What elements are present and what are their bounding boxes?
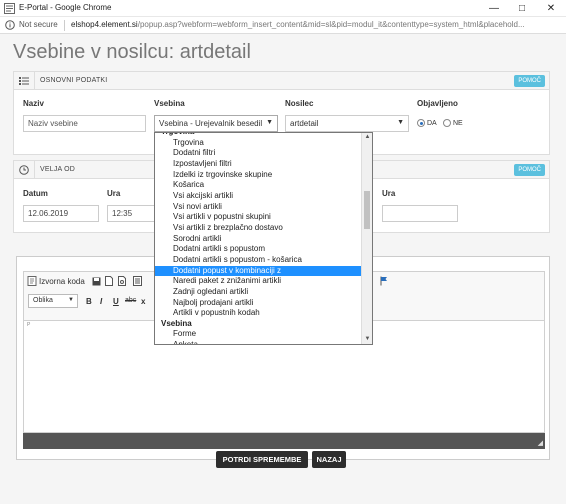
url-text[interactable]: elshop4.element.si/popup.asp?webform=web… xyxy=(71,20,563,29)
radio-da-label: DA xyxy=(427,119,437,127)
maximize-icon[interactable]: □ xyxy=(515,2,529,15)
close-icon[interactable]: ✕ xyxy=(544,2,558,15)
clock-icon xyxy=(19,165,29,175)
dropdown-option[interactable]: Artikli v popustnih kodah xyxy=(155,308,362,319)
subscript-button[interactable]: x xyxy=(141,297,145,306)
datum-input[interactable]: 12.06.2019 xyxy=(23,205,99,222)
format-select[interactable]: Oblika ▼ xyxy=(28,294,78,308)
naziv-label: Naziv xyxy=(23,99,44,108)
chevron-down-icon: ▼ xyxy=(397,119,404,126)
dropdown-option[interactable]: Dodatni filtri xyxy=(155,148,362,159)
confirm-button[interactable]: POTRDI SPREMEMBE xyxy=(216,451,308,468)
dropdown-option[interactable]: Sorodni artikli xyxy=(155,234,362,245)
resize-grip-icon[interactable]: ◢ xyxy=(538,439,543,447)
flag-icon[interactable] xyxy=(379,276,389,286)
address-bar[interactable]: Not secure elshop4.element.si/popup.asp?… xyxy=(0,17,566,34)
strikethrough-button[interactable]: abc xyxy=(125,297,136,304)
save-icon[interactable] xyxy=(91,276,101,286)
dropdown-option[interactable]: Trgovina xyxy=(155,138,362,149)
dropdown-option[interactable]: Izdelki iz trgovinske skupine xyxy=(155,170,362,181)
radio-checked-icon xyxy=(417,119,425,127)
dropdown-option[interactable]: Dodatni artikli s popustom xyxy=(155,244,362,255)
dropdown-option[interactable]: Vsi novi artikli xyxy=(155,202,362,213)
datum-label: Datum xyxy=(23,189,48,198)
scroll-up-icon[interactable]: ▲ xyxy=(362,133,372,142)
underline-button[interactable]: U xyxy=(113,297,119,306)
editor-statusbar: ◢ xyxy=(23,433,545,449)
radio-ne-label: NE xyxy=(453,119,463,127)
editor-path: P xyxy=(27,322,31,328)
nosilec-label: Nosilec xyxy=(285,99,314,108)
objavljeno-label: Objavljeno xyxy=(417,99,458,108)
dropdown-option[interactable]: Dodatni artikli s popustom - košarica xyxy=(155,255,362,266)
dropdown-scrollbar[interactable]: ▲ ▼ xyxy=(361,133,372,344)
scroll-thumb[interactable] xyxy=(364,191,370,229)
dropdown-option[interactable]: Vsi artikli v popustni skupini xyxy=(155,212,362,223)
dropdown-group-label: Vsebina xyxy=(161,318,192,328)
new-page-icon[interactable] xyxy=(104,276,114,286)
header-divider xyxy=(34,72,35,90)
italic-button[interactable]: I xyxy=(100,297,102,306)
app-icon xyxy=(4,3,15,14)
dropdown-option[interactable]: Dodatni popust v kombinaciji z xyxy=(155,265,362,277)
header-divider xyxy=(34,161,35,179)
format-select-value: Oblika xyxy=(33,297,53,304)
list-icon xyxy=(19,77,29,85)
url-host: elshop4.element.si xyxy=(71,20,138,29)
dropdown-option[interactable]: Košarica xyxy=(155,180,362,191)
vsebina-select-value: Vsebina - Urejevalnik besedil xyxy=(159,119,263,128)
dropdown-option[interactable]: Vsi artikli z brezplačno dostavo xyxy=(155,223,362,234)
source-button[interactable]: Izvorna koda xyxy=(27,276,85,286)
info-icon[interactable] xyxy=(5,20,15,30)
dropdown-option[interactable]: Najbolj prodajani artikli xyxy=(155,298,362,309)
address-divider xyxy=(64,20,65,31)
bold-button[interactable]: B xyxy=(86,297,92,306)
valid-from-title: VELJA OD xyxy=(40,166,76,173)
basic-data-title: OSNOVNI PODATKI xyxy=(40,77,108,84)
help-button[interactable]: POMOČ xyxy=(514,164,545,176)
window-titlebar: E-Portal - Google Chrome — □ ✕ xyxy=(0,0,566,17)
dropdown-option[interactable]: Naredi paket z znižanimi artikli xyxy=(155,276,362,287)
vsebina-label: Vsebina xyxy=(154,99,185,108)
vsebina-dropdown-list[interactable]: TrgovinaTrgovinaDodatni filtriIzpostavlj… xyxy=(154,132,373,345)
source-label: Izvorna koda xyxy=(39,276,85,286)
source-icon xyxy=(27,276,37,286)
back-button[interactable]: NAZAJ xyxy=(312,451,346,468)
not-secure-label: Not secure xyxy=(19,20,58,29)
dropdown-option[interactable]: Forme xyxy=(155,329,362,340)
nosilec-select[interactable]: artdetail ▼ xyxy=(285,115,409,132)
dropdown-option[interactable]: Zadnji ogledani artikli xyxy=(155,287,362,298)
url-path: /popup.asp?webform=webform_insert_conten… xyxy=(137,20,525,29)
dropdown-option[interactable]: Anketa xyxy=(155,340,362,344)
ura-do-input[interactable] xyxy=(382,205,458,222)
radio-da[interactable]: DA xyxy=(417,119,437,127)
naziv-input[interactable]: Naziv vsebine xyxy=(23,115,146,132)
dropdown-option[interactable]: Izpostavljeni filtri xyxy=(155,159,362,170)
basic-data-panel-header: OSNOVNI PODATKI POMOČ xyxy=(14,72,549,90)
radio-ne[interactable]: NE xyxy=(443,119,463,127)
window-title: E-Portal - Google Chrome xyxy=(19,3,112,12)
templates-icon[interactable] xyxy=(132,276,142,286)
ura-do-label: Ura xyxy=(382,189,396,198)
help-button[interactable]: POMOČ xyxy=(514,75,545,87)
ura-label: Ura xyxy=(107,189,121,198)
scroll-down-icon[interactable]: ▼ xyxy=(362,335,372,344)
radio-unchecked-icon xyxy=(443,119,451,127)
vsebina-select[interactable]: Vsebina - Urejevalnik besedil ▼ xyxy=(154,115,278,132)
page-title: Vsebine v nosilcu: artdetail xyxy=(13,41,251,63)
preview-icon[interactable] xyxy=(117,276,127,286)
chevron-down-icon: ▼ xyxy=(266,119,273,126)
dropdown-option[interactable]: Vsi akcijski artikli xyxy=(155,191,362,202)
minimize-icon[interactable]: — xyxy=(487,2,501,15)
nosilec-select-value: artdetail xyxy=(290,119,319,128)
dropdown-options: TrgovinaTrgovinaDodatni filtriIzpostavlj… xyxy=(155,133,362,344)
ura-input[interactable]: 12:35 xyxy=(107,205,157,222)
chevron-down-icon: ▼ xyxy=(68,297,74,303)
